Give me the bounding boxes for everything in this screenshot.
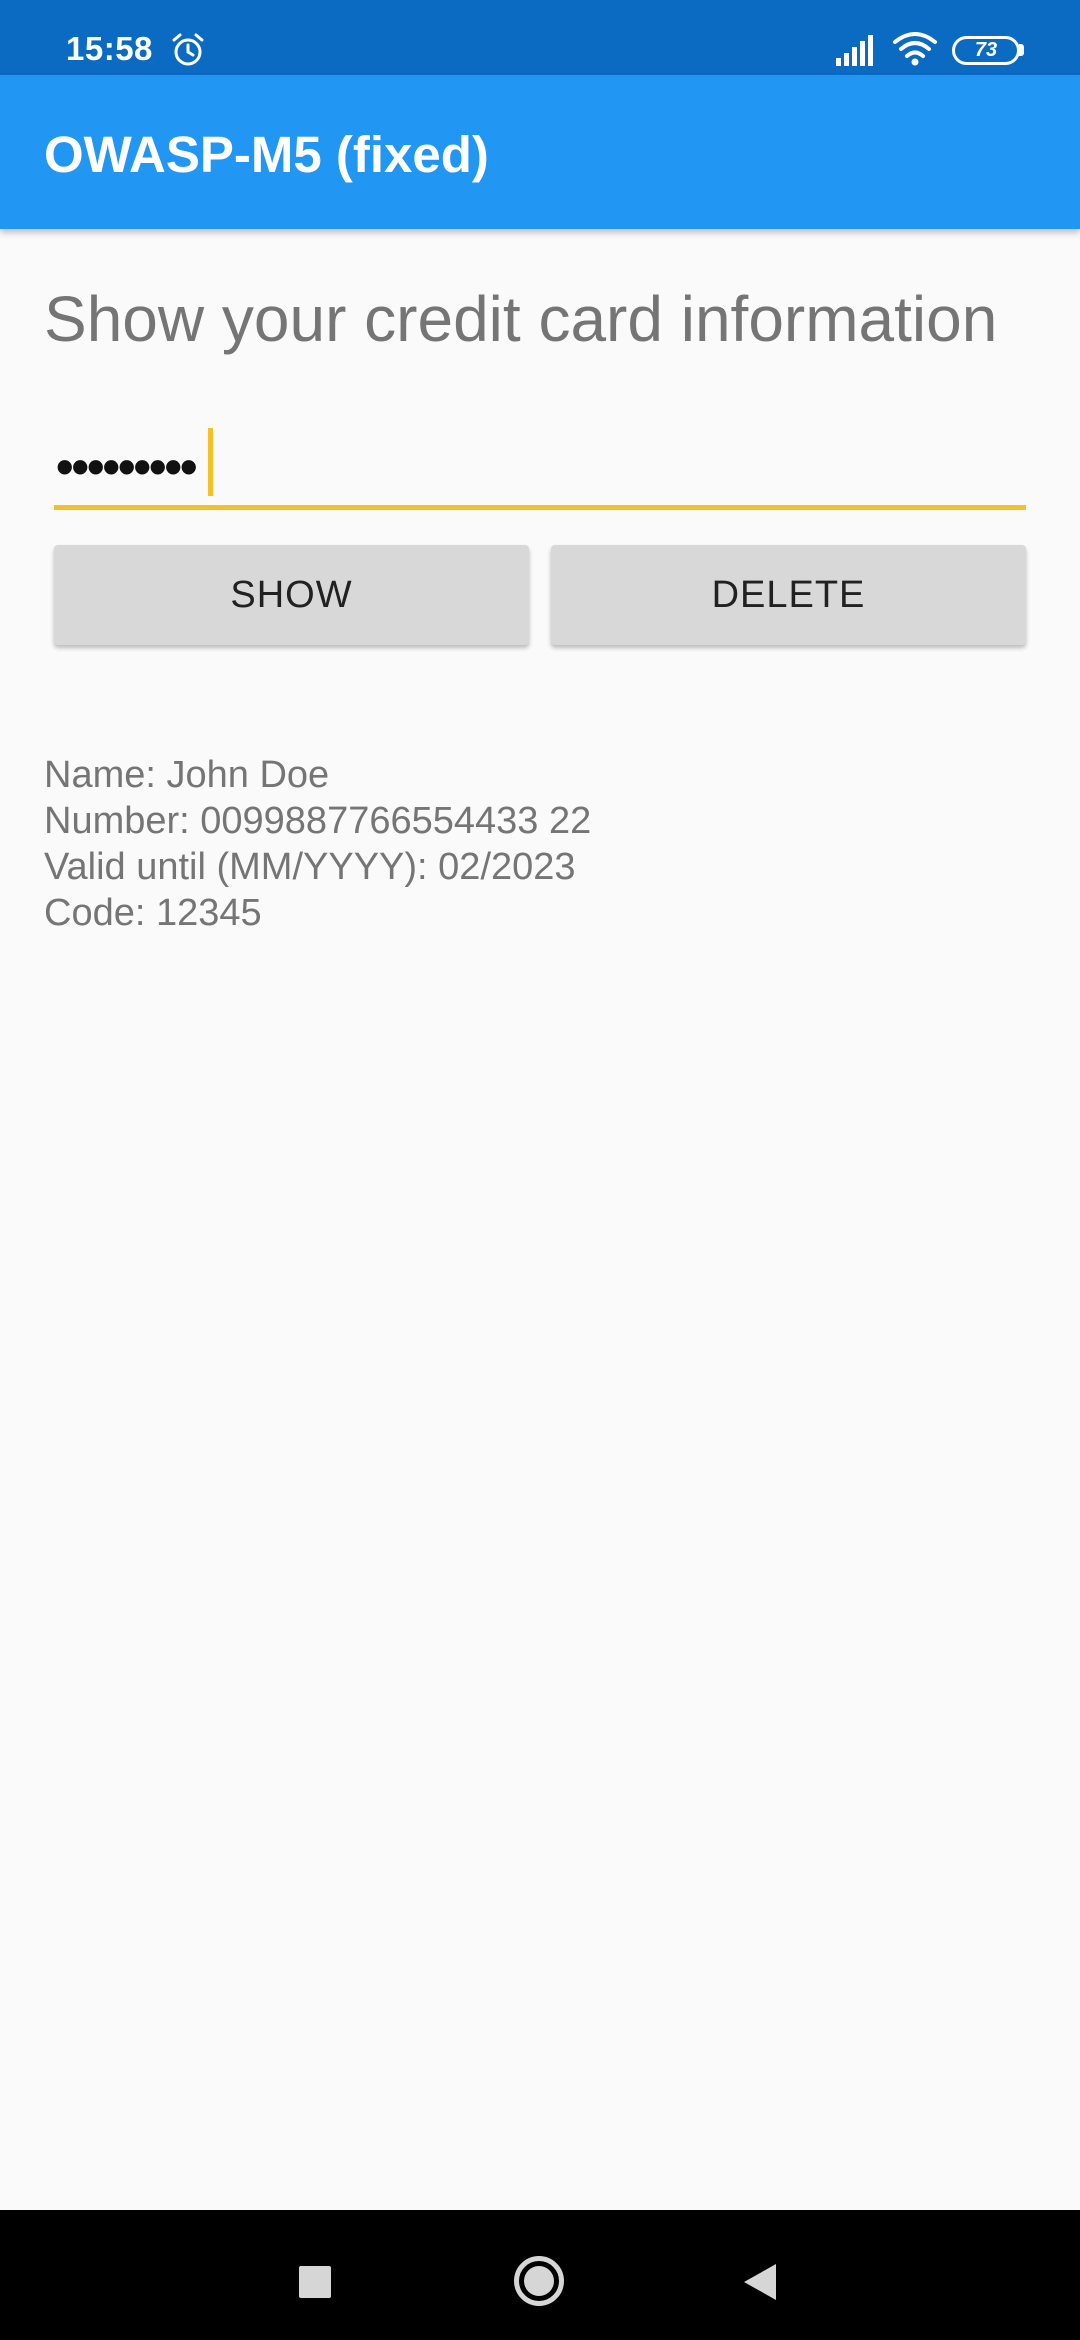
- card-info: Name: John Doe Number: 0099887766554433 …: [44, 752, 591, 936]
- page-heading: Show your credit card information: [44, 283, 998, 355]
- home-icon[interactable]: [514, 2256, 564, 2306]
- text-cursor: [208, 428, 213, 496]
- show-button[interactable]: SHOW: [54, 545, 529, 645]
- screen: 15:58 73 OWASP-M5 (fixed) Show your cred…: [0, 0, 1080, 2340]
- pin-input[interactable]: •••••••••: [54, 428, 1026, 510]
- card-number: Number: 0099887766554433 22: [44, 800, 592, 842]
- wifi-icon: [893, 32, 937, 66]
- status-bar: 15:58 73: [0, 0, 1080, 75]
- recents-icon[interactable]: [299, 2266, 331, 2298]
- card-code: Code: 12345: [44, 892, 262, 934]
- delete-button[interactable]: DELETE: [551, 545, 1026, 645]
- pin-input-value: •••••••••: [56, 439, 198, 495]
- card-name: Name: John Doe: [44, 754, 330, 796]
- app-bar: OWASP-M5 (fixed): [0, 75, 1080, 229]
- alarm-icon: [172, 33, 204, 66]
- navigation-bar: [0, 2210, 1080, 2340]
- card-valid-until: Valid until (MM/YYYY): 02/2023: [44, 846, 576, 888]
- battery-icon: 73: [952, 36, 1020, 65]
- status-time: 15:58: [66, 30, 153, 67]
- back-icon[interactable]: [742, 2262, 778, 2302]
- battery-level: 73: [974, 39, 998, 61]
- signal-icon: [836, 35, 873, 66]
- app-title: OWASP-M5 (fixed): [44, 126, 489, 183]
- battery-tip: [1019, 44, 1024, 56]
